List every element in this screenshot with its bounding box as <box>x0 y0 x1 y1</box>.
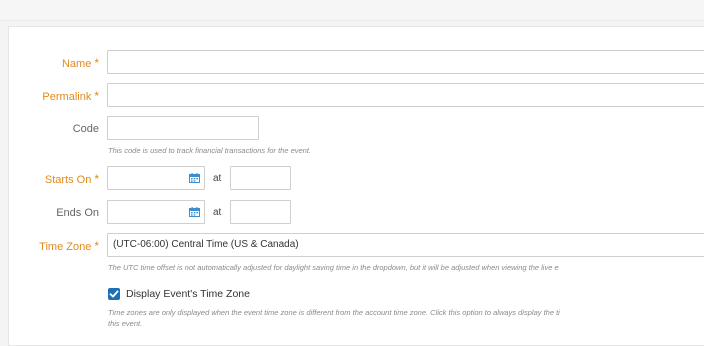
ends-on-date-input[interactable] <box>107 200 205 224</box>
calendar-icon[interactable] <box>189 173 200 183</box>
time-zone-hint: The UTC time offset is not automatically… <box>108 263 559 272</box>
starts-on-time-input[interactable] <box>230 166 291 190</box>
code-label: Code <box>72 123 99 135</box>
time-zone-selected-value: (UTC-06:00) Central Time (US & Canada) <box>113 239 299 250</box>
calendar-icon[interactable] <box>189 207 200 217</box>
required-marker: * <box>94 239 99 253</box>
top-bar <box>0 0 704 21</box>
ends-on-label: Ends On <box>56 207 99 219</box>
permalink-label: Permalink * <box>42 89 99 103</box>
required-marker: * <box>94 56 99 70</box>
starts-on-label: Starts On * <box>44 172 99 186</box>
code-input[interactable] <box>107 116 259 140</box>
code-hint: This code is used to track financial tra… <box>108 146 312 155</box>
required-marker: * <box>94 89 99 103</box>
required-marker: * <box>94 172 99 186</box>
display-time-zone-hint-1: Time zones are only displayed when the e… <box>108 308 560 317</box>
starts-on-date-input[interactable] <box>107 166 205 190</box>
ends-on-time-input[interactable] <box>230 200 291 224</box>
display-time-zone-label[interactable]: Display Event's Time Zone <box>126 288 250 300</box>
name-label: Name * <box>61 56 99 70</box>
time-zone-select[interactable]: (UTC-06:00) Central Time (US & Canada) <box>107 233 704 257</box>
name-input[interactable] <box>107 50 704 74</box>
permalink-input[interactable] <box>107 83 704 107</box>
ends-on-at-label: at <box>213 207 222 218</box>
time-zone-label: Time Zone * <box>39 239 99 253</box>
checkmark-icon <box>109 290 119 298</box>
display-time-zone-hint-2: this event. <box>108 319 143 328</box>
display-time-zone-checkbox[interactable] <box>108 288 120 300</box>
starts-on-at-label: at <box>213 173 222 184</box>
